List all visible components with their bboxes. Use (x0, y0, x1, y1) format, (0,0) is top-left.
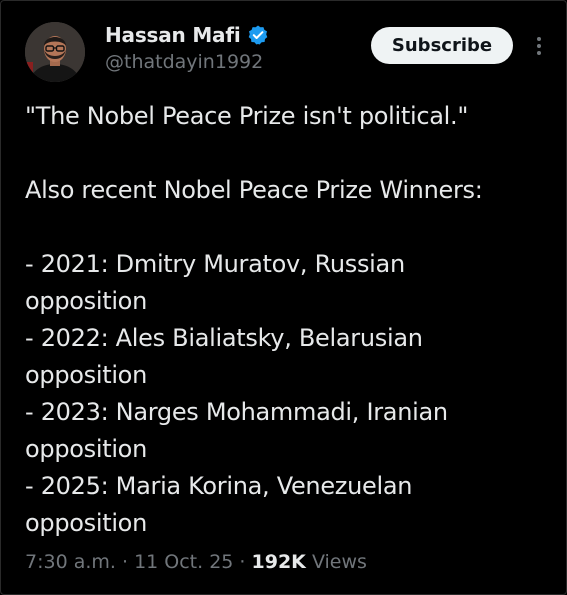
tweet-line: opposition (25, 509, 147, 537)
meta-separator: · (115, 551, 135, 573)
views-label: Views (311, 551, 367, 573)
avatar-image (25, 22, 85, 82)
tweet-meta: 7:30 a.m. · 11 Oct. 25 · 192K Views (25, 551, 367, 573)
tweet-line: opposition (25, 361, 147, 389)
subscribe-button[interactable]: Subscribe (371, 27, 513, 64)
author-handle[interactable]: @thatdayin1992 (105, 51, 263, 73)
tweet-date[interactable]: 11 Oct. 25 (134, 551, 233, 573)
avatar[interactable] (25, 22, 85, 82)
meta-separator: · (233, 551, 252, 573)
tweet-card: Hassan Mafi @thatdayin1992 Subscribe "Th… (0, 0, 567, 595)
more-vertical-icon[interactable] (529, 31, 549, 61)
tweet-line: "The Nobel Peace Prize isn't political." (25, 102, 469, 130)
tweet-line: opposition (25, 435, 147, 463)
tweet-line: - 2023: Narges Mohammadi, Iranian (25, 398, 448, 426)
views-count[interactable]: 192K (252, 551, 306, 573)
tweet-line: Also recent Nobel Peace Prize Winners: (25, 176, 483, 204)
author-display-name[interactable]: Hassan Mafi (105, 23, 241, 47)
tweet-line: - 2021: Dmitry Muratov, Russian (25, 250, 405, 278)
tweet-line: - 2025: Maria Korina, Venezuelan (25, 472, 413, 500)
tweet-text: "The Nobel Peace Prize isn't political."… (25, 98, 545, 542)
verified-badge-icon (247, 24, 269, 46)
tweet-time[interactable]: 7:30 a.m. (25, 551, 116, 573)
tweet-line: opposition (25, 287, 147, 315)
tweet-line: - 2022: Ales Bialiatsky, Belarusian (25, 324, 423, 352)
author-name-row[interactable]: Hassan Mafi (105, 21, 269, 49)
